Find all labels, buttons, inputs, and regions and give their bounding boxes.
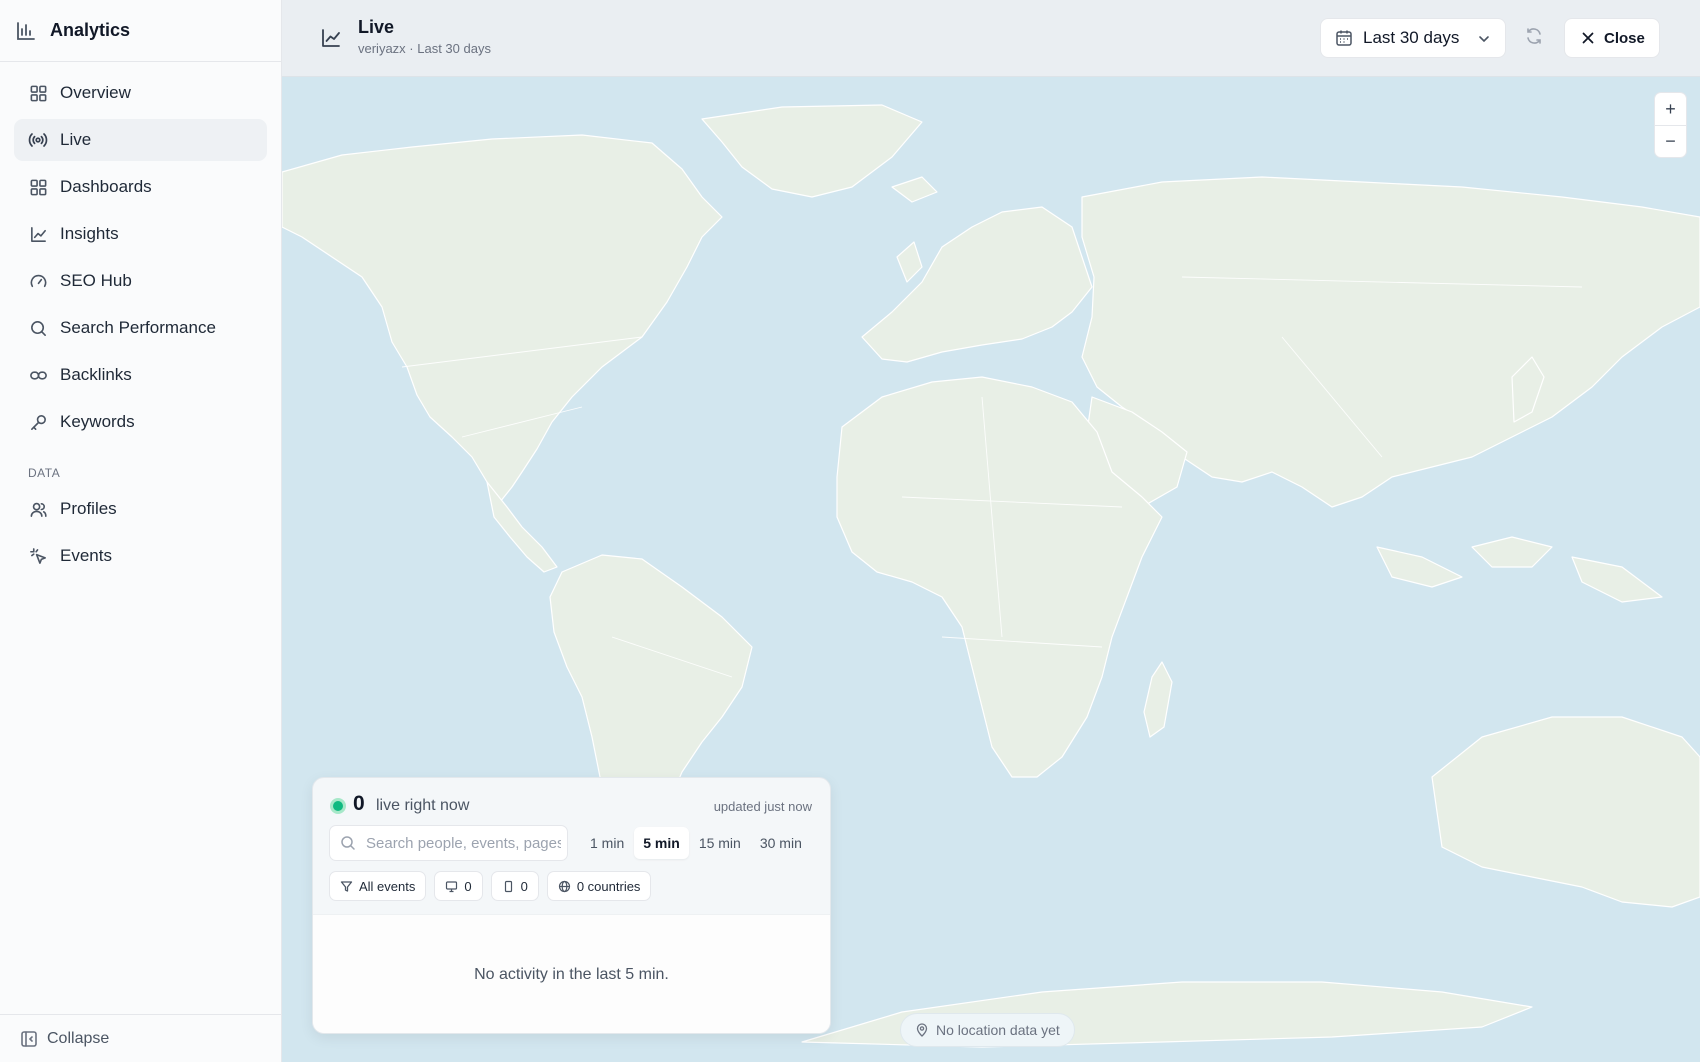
empty-state: No activity in the last 5 min.: [313, 914, 830, 1033]
range-30-min[interactable]: 30 min: [751, 827, 811, 859]
sidebar-section-data: DATA: [28, 466, 61, 480]
mobile-icon: [502, 880, 515, 893]
sidebar-collapse-icon: [20, 1030, 38, 1048]
globe-icon: [558, 880, 571, 893]
page-header: Live veriyazx · Last 30 days Last 30 day…: [282, 0, 1700, 77]
calendar-icon: [1335, 29, 1353, 47]
sidebar-item-overview[interactable]: Overview: [14, 72, 267, 114]
brand[interactable]: Analytics: [0, 0, 281, 62]
sidebar-item-live[interactable]: Live: [14, 119, 267, 161]
sidebar: Analytics Overview Live Dashboards Insig…: [0, 0, 282, 1062]
live-status-indicator: [330, 798, 346, 814]
live-search[interactable]: [329, 825, 568, 861]
brand-title: Analytics: [50, 20, 131, 40]
mobile-count-chip[interactable]: 0: [490, 871, 539, 901]
zoom-out-button[interactable]: −: [1655, 125, 1686, 157]
no-location-label: No location data yet: [936, 1022, 1060, 1038]
sidebar-item-label: Profiles: [60, 499, 117, 518]
search-input[interactable]: [366, 834, 561, 852]
live-count: 0: [353, 792, 365, 815]
zoom-controls: + −: [1654, 92, 1687, 158]
desktop-count: 0: [464, 878, 472, 894]
sidebar-item-profiles[interactable]: Profiles: [14, 488, 267, 530]
all-events-filter[interactable]: All events: [329, 871, 427, 901]
search-icon: [340, 835, 356, 851]
line-chart-icon: [28, 224, 48, 244]
chevron-down-icon: [1477, 31, 1491, 45]
updated-status: updated just now: [713, 799, 812, 814]
sidebar-item-label: Overview: [60, 83, 131, 102]
countries-chip[interactable]: 0 countries: [546, 871, 652, 901]
desktop-icon: [445, 880, 458, 893]
date-range-value: Last 30 days: [1363, 28, 1460, 47]
gauge-icon: [28, 271, 48, 291]
collapse-button[interactable]: Collapse: [0, 1014, 281, 1062]
broadcast-icon: [28, 130, 48, 150]
users-icon: [28, 499, 48, 519]
page-subtitle: veriyazx · Last 30 days: [358, 41, 491, 56]
date-range-select[interactable]: Last 30 days: [1320, 18, 1506, 58]
cursor-click-icon: [28, 546, 48, 566]
close-label: Close: [1604, 29, 1645, 47]
mobile-count: 0: [520, 878, 528, 894]
sidebar-item-insights[interactable]: Insights: [14, 213, 267, 255]
filter-chips: All events 0 0 0 countries: [329, 871, 659, 901]
sidebar-item-label: Dashboards: [60, 177, 152, 196]
collapse-label: Collapse: [47, 1029, 110, 1047]
sidebar-item-search-performance[interactable]: Search Performance: [14, 307, 267, 349]
key-icon: [28, 412, 48, 432]
refresh-icon: [1524, 26, 1544, 51]
time-range-tabs: 1 min 5 min 15 min 30 min: [581, 827, 812, 859]
sidebar-item-keywords[interactable]: Keywords: [14, 401, 267, 443]
zoom-in-button[interactable]: +: [1655, 93, 1686, 125]
sidebar-item-dashboards[interactable]: Dashboards: [14, 166, 267, 208]
sidebar-item-label: Search Performance: [60, 318, 216, 337]
all-events-label: All events: [359, 878, 416, 894]
countries-count: 0 countries: [576, 878, 641, 894]
sidebar-item-label: Events: [60, 546, 112, 565]
live-panel: 0 live right now updated just now 1 min …: [312, 777, 831, 1034]
sidebar-nav: Overview Live Dashboards Insights SEO Hu…: [0, 62, 281, 577]
sidebar-item-backlinks[interactable]: Backlinks: [14, 354, 267, 396]
no-location-badge: No location data yet: [900, 1013, 1075, 1047]
search-icon: [28, 318, 48, 338]
close-icon: [1580, 30, 1596, 46]
sidebar-item-events[interactable]: Events: [14, 535, 267, 577]
page-title: Live: [358, 17, 395, 37]
grid-icon: [28, 83, 48, 103]
refresh-button[interactable]: [1522, 26, 1546, 50]
sidebar-item-label: SEO Hub: [60, 271, 132, 290]
sidebar-item-seo-hub[interactable]: SEO Hub: [14, 260, 267, 302]
range-5-min[interactable]: 5 min: [634, 827, 689, 859]
sidebar-item-label: Keywords: [60, 412, 135, 431]
live-label: live right now: [376, 797, 470, 814]
sidebar-item-label: Backlinks: [60, 365, 132, 384]
map-pin-icon: [915, 1023, 929, 1037]
line-chart-icon: [320, 27, 342, 49]
filter-icon: [340, 880, 353, 893]
range-15-min[interactable]: 15 min: [690, 827, 750, 859]
grid-icon: [28, 177, 48, 197]
close-button[interactable]: Close: [1564, 18, 1660, 58]
range-1-min[interactable]: 1 min: [581, 827, 633, 859]
bar-chart-icon: [15, 20, 37, 42]
sidebar-item-label: Insights: [60, 224, 119, 243]
sidebar-item-label: Live: [60, 130, 92, 149]
desktop-count-chip[interactable]: 0: [434, 871, 483, 901]
link-icon: [28, 365, 48, 385]
